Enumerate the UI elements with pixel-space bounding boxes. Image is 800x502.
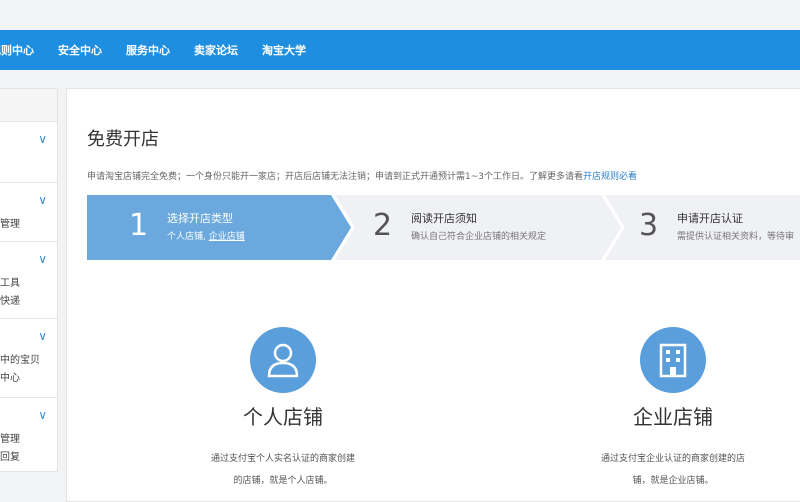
step-number: 3 (639, 208, 659, 243)
chevron-down-icon[interactable]: ∨ (38, 252, 47, 266)
step-progress: 1 选择开店类型 个人店铺, 企业店铺 2 阅读开店须知 确认自己符合企业店铺的… (87, 195, 800, 260)
enterprise-shop-desc: 通过支付宝企业认证的商家创建的店 铺，就是企业店铺。 (553, 448, 793, 492)
sidebar-item[interactable]: 流工具 (0, 274, 20, 289)
sidebar-item[interactable]: 寄快递 (0, 292, 20, 307)
sidebar: ∨ ∨ 价管理 ∨ 流工具 寄快递 ∨ 库中的宝贝 检中心 ∨ 价管理 问回复 (0, 88, 58, 472)
sidebar-item[interactable]: 价管理 (0, 430, 20, 445)
step-desc: 个人店铺, 企业店铺 (167, 229, 245, 242)
chevron-down-icon[interactable]: ∨ (38, 132, 47, 146)
chevron-down-icon[interactable]: ∨ (38, 329, 47, 343)
notice-body: 申请淘宝店铺完全免费；一个身份只能开一家店；开店后店铺无法注销；申请到正式开通预… (87, 172, 583, 182)
sidebar-item[interactable]: 价管理 (0, 215, 20, 230)
enterprise-shop-card[interactable]: 企业店铺 通过支付宝企业认证的商家创建的店 铺，就是企业店铺。 (553, 327, 793, 492)
personal-shop-title[interactable]: 个人店铺 (163, 401, 403, 430)
building-icon[interactable] (640, 327, 706, 393)
personal-shop-desc: 通过支付宝个人实名认证的商家创建 的店铺，就是个人店铺。 (163, 448, 403, 492)
step-title: 选择开店类型 (167, 212, 233, 225)
desc-line: 通过支付宝企业认证的商家创建的店 (600, 454, 745, 464)
enterprise-shop-title[interactable]: 企业店铺 (553, 401, 793, 430)
chevron-down-icon[interactable]: ∨ (38, 408, 47, 422)
chevron-down-icon[interactable]: ∨ (38, 193, 47, 207)
step-desc-personal[interactable]: 个人店铺, (167, 232, 206, 242)
step-title: 申请开店认证 (677, 212, 743, 225)
sidebar-group-1[interactable]: ∨ (0, 122, 57, 183)
personal-shop-card[interactable]: 个人店铺 通过支付宝个人实名认证的商家创建 的店铺，就是个人店铺。 (163, 327, 403, 492)
top-navigation-bar: 规则中心 安全中心 服务中心 卖家论坛 淘宝大学 (0, 30, 800, 70)
nav-taobao-university[interactable]: 淘宝大学 (262, 42, 306, 58)
notice-text: 申请淘宝店铺完全免费；一个身份只能开一家店；开店后店铺无法注销；申请到正式开通预… (87, 169, 637, 182)
sidebar-item[interactable]: 问回复 (0, 448, 20, 463)
step-3: 3 申请开店认证 需提供认证相关资料，等待审 (625, 195, 800, 260)
step-1: 1 选择开店类型 个人店铺, 企业店铺 (87, 195, 337, 260)
sidebar-group-3[interactable]: ∨ 流工具 寄快递 (0, 242, 57, 319)
step-title: 阅读开店须知 (411, 212, 477, 225)
step-number: 1 (129, 208, 149, 243)
step-number: 2 (373, 208, 393, 243)
top-nav: 规则中心 安全中心 服务中心 卖家论坛 淘宝大学 (0, 30, 800, 70)
rules-link[interactable]: 开店规则必看 (583, 172, 637, 182)
step-desc: 确认自己符合企业店铺的相关规定 (411, 232, 547, 242)
main-panel: 免费开店 申请淘宝店铺完全免费；一个身份只能开一家店；开店后店铺无法注销；申请到… (66, 88, 800, 502)
desc-line: 通过支付宝个人实名认证的商家创建 (210, 454, 355, 464)
nav-service-center[interactable]: 服务中心 (126, 42, 170, 58)
step-desc-enterprise[interactable]: 企业店铺 (209, 232, 245, 242)
sidebar-item[interactable]: 检中心 (0, 369, 20, 384)
sidebar-group-4[interactable]: ∨ 库中的宝贝 检中心 (0, 319, 57, 398)
desc-line: 铺，就是企业店铺。 (632, 476, 714, 486)
sidebar-group-2[interactable]: ∨ 价管理 (0, 183, 57, 242)
step-desc: 需提供认证相关资料，等待审 (677, 232, 795, 242)
nav-rules-center[interactable]: 规则中心 (0, 42, 34, 58)
nav-security-center[interactable]: 安全中心 (58, 42, 102, 58)
desc-line: 的店铺，就是个人店铺。 (233, 476, 333, 486)
person-icon[interactable] (250, 327, 316, 393)
page-title: 免费开店 (87, 129, 159, 150)
sidebar-header (0, 89, 57, 122)
nav-seller-forum[interactable]: 卖家论坛 (194, 42, 238, 58)
sidebar-group-5[interactable]: ∨ 价管理 问回复 (0, 398, 57, 471)
sidebar-item[interactable]: 库中的宝贝 (0, 351, 40, 366)
step-2: 2 阅读开店须知 确认自己符合企业店铺的相关规定 (355, 195, 605, 260)
